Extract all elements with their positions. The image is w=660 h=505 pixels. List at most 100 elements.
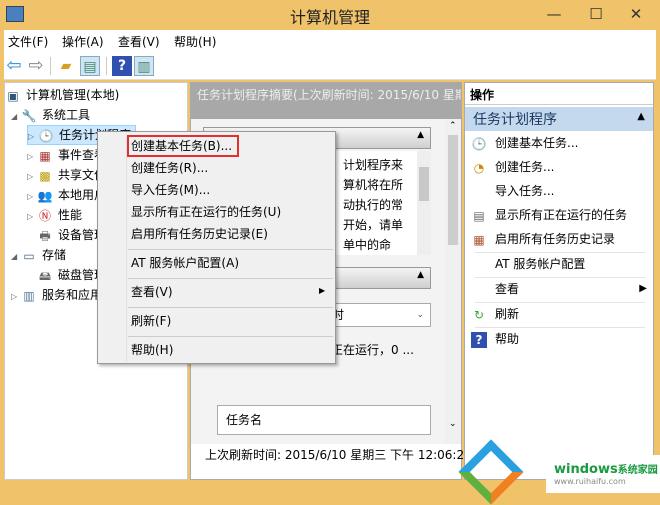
- action-help[interactable]: ? 帮助: [471, 327, 519, 351]
- toolbar: ⇦ ⇨ ▰ ▤ ? ▥: [4, 52, 656, 80]
- up-folder-icon[interactable]: ▰: [56, 56, 76, 76]
- desc-line: 算机将在所: [343, 178, 404, 192]
- forward-icon[interactable]: ⇨: [26, 56, 46, 76]
- minimize-button[interactable]: —: [534, 2, 574, 26]
- ctx-refresh[interactable]: 刷新(F): [131, 311, 171, 331]
- back-icon[interactable]: ⇦: [4, 56, 24, 76]
- section-label: 任务计划程序: [473, 112, 557, 128]
- actions-pane: 操作 任务计划程序 ▲ 🕒 创建基本任务... ◔ 创建任务... 导入任务... ▤…: [464, 82, 654, 480]
- tree-performance[interactable]: ▷ Ⓝ 性能: [27, 205, 82, 225]
- help-icon: ?: [471, 331, 487, 348]
- collapsed-arrow-icon[interactable]: ▷: [11, 287, 21, 307]
- action-show-running[interactable]: ▤ 显示所有正在运行的任务: [471, 203, 627, 227]
- watermark-logo: windows系统家园 www.ruihaifu.com: [458, 439, 660, 505]
- column-header-task-name[interactable]: 任务名: [226, 413, 262, 427]
- action-pane-icon[interactable]: ▥: [134, 56, 154, 76]
- action-label: 刷新: [495, 307, 520, 321]
- ctx-at-config[interactable]: AT 服务帐户配置(A): [131, 253, 239, 273]
- overview-scrollbar[interactable]: [417, 151, 431, 255]
- action-label: AT 服务帐户配置: [495, 257, 586, 271]
- scroll-thumb[interactable]: [419, 167, 429, 201]
- expanded-arrow-icon[interactable]: ◢: [11, 107, 21, 127]
- action-label: 导入任务...: [495, 184, 555, 198]
- desc-line: 动执行的常: [343, 198, 404, 212]
- action-enable-history[interactable]: ▦ 启用所有任务历史记录: [471, 227, 615, 251]
- ctx-help[interactable]: 帮助(H): [131, 340, 173, 360]
- action-import-task[interactable]: 导入任务...: [495, 179, 554, 203]
- ctx-import-task[interactable]: 导入任务(M)...: [131, 180, 210, 200]
- menu-separator: [128, 278, 333, 279]
- center-scrollbar[interactable]: ⌃ ⌄: [445, 119, 461, 444]
- collapsed-arrow-icon[interactable]: ▷: [28, 128, 38, 146]
- refresh-icon: ↻: [473, 307, 485, 322]
- menu-bar: 文件(F) 操作(A) 查看(V) 帮助(H): [4, 30, 656, 52]
- desc-line: 计划程序来: [343, 158, 404, 172]
- submenu-arrow-icon: ▶: [639, 283, 647, 294]
- collapsed-arrow-icon[interactable]: ▷: [27, 167, 37, 187]
- users-icon: 👥: [37, 188, 53, 203]
- action-label: 启用所有任务历史记录: [495, 232, 616, 246]
- tree-storage[interactable]: ◢ ▭ 存储: [11, 245, 66, 265]
- task-table-header: 任务名: [217, 405, 431, 435]
- menu-gutter: [126, 134, 127, 362]
- watermark-brand: windows系统家园: [554, 462, 658, 477]
- watermark-emblem: [458, 439, 524, 505]
- chevron-down-icon[interactable]: ⌄: [416, 304, 424, 326]
- action-refresh[interactable]: ↻ 刷新: [471, 302, 519, 326]
- ctx-create-basic-task[interactable]: 创建基本任务(B)...: [131, 136, 232, 156]
- event-viewer-icon: ▦: [39, 148, 51, 163]
- close-button[interactable]: ✕: [616, 2, 656, 26]
- action-at-config[interactable]: AT 服务帐户配置: [495, 252, 585, 276]
- shared-folder-icon: ▩: [39, 168, 51, 183]
- menu-action[interactable]: 操作(A): [62, 33, 104, 50]
- disk-icon: 🖴: [38, 268, 52, 283]
- status-period-dropdown[interactable]: 时 ⌄: [321, 303, 431, 327]
- ctx-create-task[interactable]: 创建任务(R)...: [131, 158, 208, 178]
- collapse-icon[interactable]: ▲: [417, 130, 424, 140]
- action-label: 查看: [495, 282, 520, 296]
- tools-icon: 🔧: [21, 108, 37, 123]
- actions-title: 操作: [465, 83, 653, 105]
- menu-help[interactable]: 帮助(H): [174, 33, 216, 50]
- expanded-arrow-icon[interactable]: ◢: [11, 247, 21, 267]
- tree-system-tools[interactable]: ◢ 🔧 系统工具: [11, 105, 90, 125]
- collapse-icon[interactable]: ▲: [417, 270, 424, 280]
- menu-separator: [128, 249, 333, 250]
- action-view[interactable]: 查看 ▶: [495, 277, 647, 301]
- scroll-thumb[interactable]: [448, 135, 458, 245]
- collapsed-arrow-icon[interactable]: ▷: [27, 147, 37, 167]
- action-create-basic-task[interactable]: 🕒 创建基本任务...: [471, 131, 579, 155]
- services-icon: ▥: [23, 288, 35, 303]
- scroll-up-icon[interactable]: ⌃: [449, 121, 457, 131]
- summary-header: 任务计划程序摘要(上次刷新时间: 2015/6/10 星期三 下午 12:06:…: [191, 83, 461, 119]
- tree-root[interactable]: ▣ 计算机管理(本地): [5, 85, 119, 105]
- desc-line: 单中的命: [343, 238, 392, 252]
- tree-disk-management[interactable]: 🖴 磁盘管理: [37, 265, 106, 285]
- history-icon: ▦: [473, 232, 485, 247]
- ctx-view[interactable]: 查看(V): [131, 282, 173, 302]
- menu-separator: [128, 307, 333, 308]
- create-basic-task-icon: 🕒: [471, 136, 487, 151]
- collapse-icon[interactable]: ▲: [637, 111, 645, 122]
- scroll-down-icon[interactable]: ⌄: [449, 419, 457, 429]
- title-bar: 计算机管理 — ☐ ✕: [0, 0, 660, 30]
- menu-separator: [128, 336, 333, 337]
- device-manager-icon: 🖶: [39, 228, 51, 243]
- watermark-url: www.ruihaifu.com: [554, 477, 626, 486]
- actions-section-header[interactable]: 任务计划程序 ▲: [465, 107, 653, 131]
- watermark-text: windows系统家园 www.ruihaifu.com: [546, 455, 660, 493]
- toolbar-divider: [106, 57, 107, 75]
- performance-icon: Ⓝ: [38, 208, 51, 223]
- action-create-task[interactable]: ◔ 创建任务...: [471, 155, 555, 179]
- ctx-show-running[interactable]: 显示所有正在运行的任务(U): [131, 202, 281, 222]
- menu-file[interactable]: 文件(F): [8, 33, 48, 50]
- collapsed-arrow-icon[interactable]: ▷: [27, 187, 37, 207]
- ctx-enable-history[interactable]: 启用所有任务历史记录(E): [131, 224, 268, 244]
- computer-management-icon: ▣: [7, 88, 19, 103]
- console-tree-icon[interactable]: ▤: [80, 56, 100, 76]
- menu-view[interactable]: 查看(V): [118, 33, 160, 50]
- maximize-button[interactable]: ☐: [576, 2, 616, 26]
- tree-label: 存储: [42, 248, 67, 262]
- help-icon[interactable]: ?: [112, 56, 132, 76]
- collapsed-arrow-icon[interactable]: ▷: [27, 207, 37, 227]
